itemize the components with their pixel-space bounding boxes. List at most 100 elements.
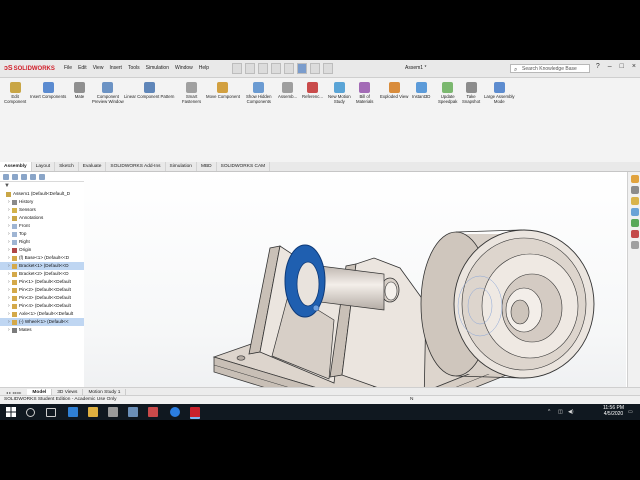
menu-edit[interactable]: Edit: [78, 65, 87, 71]
solidworks-taskbar-icon[interactable]: [190, 407, 200, 419]
notifications-icon[interactable]: ▭: [628, 409, 633, 415]
feature-manager-icon[interactable]: [3, 173, 9, 180]
menu-tools[interactable]: Tools: [128, 65, 140, 71]
tab-mbd[interactable]: MBD: [197, 162, 217, 171]
tree-item[interactable]: › (f) Base<1> (Default<<D: [0, 254, 84, 262]
print-icon[interactable]: [271, 63, 281, 74]
taskbar-clock[interactable]: 11:56 PM 4/5/2020: [603, 405, 624, 417]
property-manager-icon[interactable]: [12, 173, 18, 180]
plane-icon: [12, 239, 17, 245]
assembly-model[interactable]: [84, 172, 626, 420]
ribbon-button-2[interactable]: Mate: [74, 82, 85, 99]
ribbon-button-4[interactable]: Linear Component Pattern: [124, 82, 174, 99]
task-view-icon[interactable]: [46, 408, 56, 417]
close-icon[interactable]: ×: [632, 63, 636, 70]
ribbon-button-6[interactable]: Move Component: [206, 82, 240, 99]
app-icon[interactable]: [148, 407, 158, 417]
tree-root[interactable]: Assem1 (Default<Default_D: [0, 190, 84, 198]
tree-item[interactable]: › Right: [0, 238, 84, 246]
undo-icon[interactable]: [284, 63, 294, 74]
tray-arrow-icon[interactable]: ^: [548, 409, 550, 415]
ribbon-button-8[interactable]: Assemb...: [278, 82, 297, 99]
tab-simulation[interactable]: Simulation: [166, 162, 197, 171]
tree-item[interactable]: › Origin: [0, 246, 84, 254]
ribbon-button-5[interactable]: Smart Fasteners: [182, 82, 201, 104]
custom-properties-icon[interactable]: [630, 230, 639, 238]
tree-item[interactable]: › Sensors: [0, 206, 84, 214]
menu-simulation[interactable]: Simulation: [146, 65, 169, 71]
resources-icon[interactable]: [630, 175, 639, 183]
cortana-search-icon[interactable]: [26, 408, 35, 417]
select-icon[interactable]: [297, 63, 307, 74]
ribbon-button-10[interactable]: New Motion Study: [328, 82, 351, 104]
solidworks-logo[interactable]: ᴐS SOLIDWORKS: [4, 64, 55, 73]
tree-item[interactable]: › Bracket<2> (Default<<D: [0, 270, 84, 278]
tree-item[interactable]: › Bracket<1> (Default<<D: [0, 262, 84, 270]
tree-item[interactable]: › Pin<1> (Default<<Default: [0, 278, 84, 286]
solidworks-forum-icon[interactable]: [630, 241, 639, 249]
design-library-icon[interactable]: [630, 186, 639, 194]
save-icon[interactable]: [258, 63, 268, 74]
ribbon-button-15[interactable]: Take Snapshot: [462, 82, 480, 104]
tree-item[interactable]: › Top: [0, 230, 84, 238]
tree-item[interactable]: › Mates: [0, 326, 84, 334]
menu-view[interactable]: View: [93, 65, 104, 71]
tab-evaluate[interactable]: Evaluate: [79, 162, 107, 171]
ribbon-button-label: Take Snapshot: [462, 94, 481, 104]
file-explorer-taskbar-icon[interactable]: [88, 407, 98, 417]
ribbon-button-0[interactable]: Edit Component: [4, 82, 26, 104]
wheel[interactable]: [420, 229, 595, 379]
tab-scroll-arrows-icon[interactable]: ◂ ▸ ◂◂ ▸▸: [0, 390, 27, 395]
tree-item[interactable]: › Pin<2> (Default<<Default: [0, 286, 84, 294]
snipping-icon[interactable]: [128, 407, 138, 417]
tree-filter[interactable]: ▼: [0, 182, 84, 190]
help-icon[interactable]: ?: [596, 63, 600, 70]
tree-item[interactable]: › Annotations: [0, 214, 84, 222]
configuration-manager-icon[interactable]: [21, 173, 27, 180]
minimize-icon[interactable]: –: [608, 63, 612, 70]
edge-icon[interactable]: [68, 407, 78, 417]
network-icon[interactable]: ◫: [558, 409, 563, 415]
selected-washer[interactable]: [284, 244, 326, 318]
ribbon-button-13[interactable]: Instant3D: [412, 82, 430, 99]
ribbon-button-16[interactable]: Large Assembly Mode: [484, 82, 515, 104]
graphics-area[interactable]: [84, 172, 626, 420]
ribbon-button-3[interactable]: Component Preview Window: [92, 82, 124, 104]
tree-item[interactable]: › (-) Wheel<1> (Default<<: [0, 318, 84, 326]
ribbon-button-12[interactable]: Exploded View: [380, 82, 408, 99]
tree-item[interactable]: › History: [0, 198, 84, 206]
ribbon-button-14[interactable]: Update Speedpak: [438, 82, 457, 104]
ribbon-button-9[interactable]: Referenc...: [302, 82, 323, 99]
ribbon-button-7[interactable]: Show Hidden Components: [246, 82, 272, 104]
chrome-icon[interactable]: [170, 407, 180, 417]
new-document-icon[interactable]: [232, 63, 242, 74]
ribbon-button-11[interactable]: Bill of Materials: [356, 82, 373, 104]
view-palette-icon[interactable]: [630, 208, 639, 216]
tab-sketch[interactable]: Sketch: [55, 162, 79, 171]
tree-item[interactable]: › Axle<1> (Default<<Default: [0, 310, 84, 318]
open-icon[interactable]: [245, 63, 255, 74]
tree-item[interactable]: › Pin<4> (Default<<Default: [0, 302, 84, 310]
tab-solidworks-cam[interactable]: SOLIDWORKS CAM: [217, 162, 271, 171]
dimxpert-icon[interactable]: [30, 173, 36, 180]
start-button[interactable]: [6, 407, 16, 417]
menu-insert[interactable]: Insert: [109, 65, 122, 71]
calculator-icon[interactable]: [108, 407, 118, 417]
tab-layout[interactable]: Layout: [32, 162, 56, 171]
ribbon-button-1[interactable]: Insert Components: [30, 82, 66, 99]
maximize-icon[interactable]: □: [620, 63, 624, 70]
tree-item[interactable]: › Pin<3> (Default<<Default: [0, 294, 84, 302]
file-explorer-icon[interactable]: [630, 197, 639, 205]
rebuild-icon[interactable]: [310, 63, 320, 74]
menu-window[interactable]: Window: [175, 65, 193, 71]
menu-help[interactable]: Help: [199, 65, 209, 71]
search-input[interactable]: ⌕ Search Knowledge Base: [510, 64, 590, 73]
appearances-icon[interactable]: [630, 219, 639, 227]
tab-solidworks-add-ins[interactable]: SOLIDWORKS Add-Ins: [106, 162, 166, 171]
options-icon[interactable]: [323, 63, 333, 74]
volume-icon[interactable]: ◀): [568, 409, 574, 415]
menu-file[interactable]: File: [64, 65, 72, 71]
display-manager-icon[interactable]: [39, 173, 45, 180]
tab-assembly[interactable]: Assembly: [0, 162, 32, 171]
tree-item[interactable]: › Front: [0, 222, 84, 230]
